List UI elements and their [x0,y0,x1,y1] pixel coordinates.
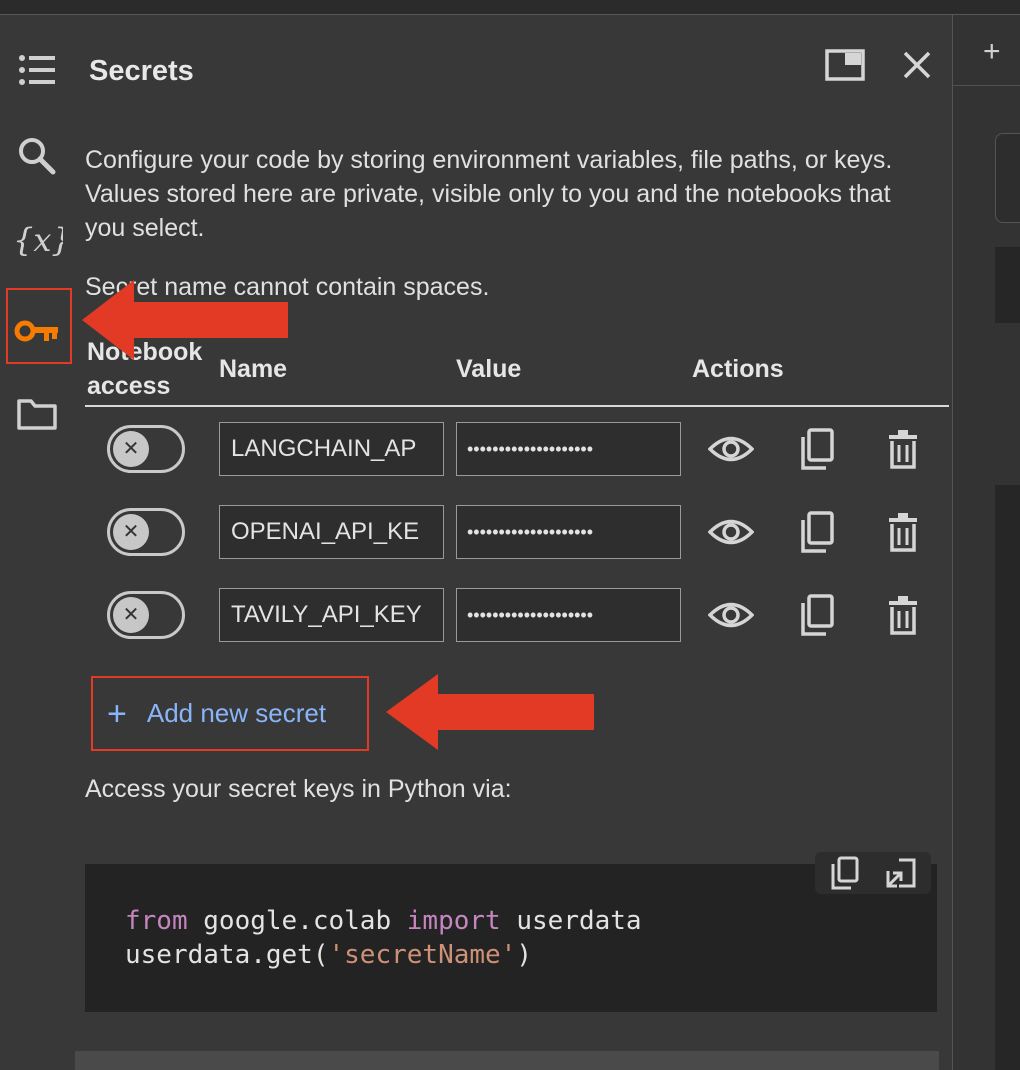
actions-header: Actions [692,355,784,383]
notebook-cell[interactable] [995,247,1020,323]
code-string: 'secretName' [328,940,517,970]
secret-row: ✕ [85,417,949,487]
copy-icon[interactable] [791,589,843,641]
notebook-access-toggle[interactable]: ✕ [107,425,185,473]
code-import-name: userdata [500,906,642,936]
notebook-cell[interactable] [995,133,1020,223]
panel-description: Configure your code by storing environme… [85,146,893,242]
code-toolbar [815,852,931,894]
code-snippet: from google.colab import userdata userda… [85,852,937,1012]
add-new-secret-label: Add new secret [146,698,327,728]
secret-value-input[interactable] [456,505,681,559]
show-value-eye-icon[interactable] [705,423,757,475]
panel-title: Secrets [89,55,194,87]
add-cell-icon[interactable]: + [983,35,1001,69]
notebook-area: + [953,15,1020,1070]
svg-text:{x}: {x} [13,221,63,259]
secret-row: ✕ [85,500,949,570]
code-keyword-from: from [125,906,188,936]
show-value-eye-icon[interactable] [705,506,757,558]
delete-icon[interactable] [877,589,929,641]
secret-value-input[interactable] [456,422,681,476]
add-new-secret-button[interactable]: + Add new secret [91,676,369,751]
variables-icon[interactable]: {x} [8,211,66,269]
delete-icon[interactable] [877,423,929,475]
copy-icon[interactable] [791,423,843,475]
copy-icon[interactable] [791,506,843,558]
code-call-close: ) [516,940,532,970]
toggle-off-icon: ✕ [113,431,149,467]
delete-icon[interactable] [877,506,929,558]
plus-icon: + [107,694,127,733]
open-in-tab-icon[interactable] [823,45,867,85]
show-value-eye-icon[interactable] [705,589,757,641]
annotation-arrow-add [386,674,594,750]
folder-icon[interactable] [8,385,66,443]
secrets-panel: Secrets Configure your code by storing e… [75,15,952,1070]
search-icon[interactable] [8,127,66,185]
access-instructions: Access your secret keys in Python via: [85,775,512,803]
secret-name-input[interactable] [219,505,444,559]
notebook-access-toggle[interactable]: ✕ [107,508,185,556]
code-keyword-import: import [406,906,501,936]
value-header: Value [456,355,522,383]
toolbar-divider [953,85,1020,86]
code-module: google.colab [187,906,407,936]
secret-name-input[interactable] [219,588,444,642]
copy-code-icon[interactable] [821,854,869,892]
secret-value-input[interactable] [456,588,681,642]
side-rail: {x} [0,15,75,1070]
close-icon[interactable] [895,45,939,85]
panel-bottom-bar [75,1051,939,1070]
secret-name-input[interactable] [219,422,444,476]
secret-row: ✕ [85,583,949,653]
toggle-off-icon: ✕ [113,597,149,633]
code-call: userdata.get( [125,940,329,970]
insert-code-icon[interactable] [877,854,925,892]
key-icon-highlight [6,288,72,364]
notebook-access-header-line2: access [87,372,171,400]
table-of-contents-icon[interactable] [8,41,66,99]
toggle-off-icon: ✕ [113,514,149,550]
top-bar [0,0,1020,15]
notebook-cell[interactable] [995,485,1020,1070]
notebook-access-toggle[interactable]: ✕ [107,591,185,639]
code-text: from google.colab import userdata userda… [125,904,642,972]
annotation-arrow-left [82,280,288,360]
